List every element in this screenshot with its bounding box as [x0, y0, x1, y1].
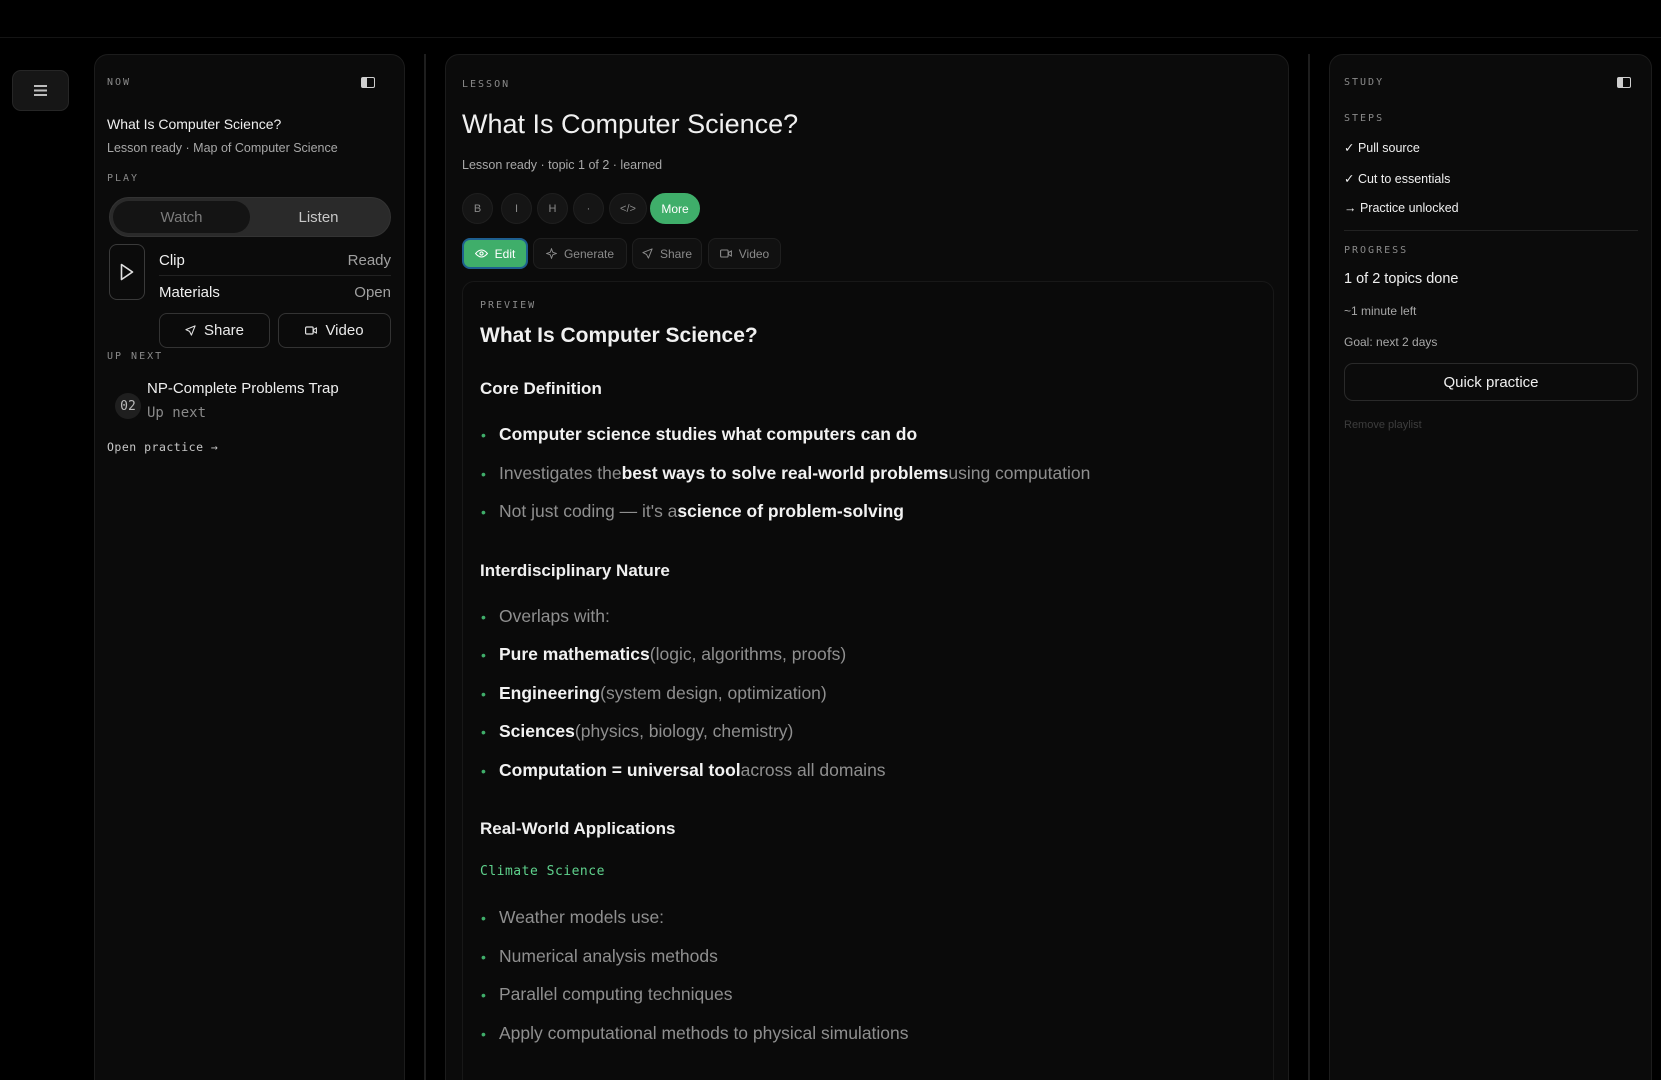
list-item: • Engineering (system design, optimizatio…: [481, 683, 827, 703]
play-icon: [120, 263, 134, 281]
progress-label: PROGRESS: [1344, 245, 1409, 256]
row-divider: [159, 275, 391, 276]
italic-button[interactable]: I: [501, 193, 532, 224]
section-interdisciplinary: Interdisciplinary Nature: [480, 561, 670, 580]
time-left: ~1 minute left: [1344, 304, 1417, 318]
video-label: Video: [325, 322, 364, 339]
now-title: What Is Computer Science?: [107, 116, 282, 132]
section-core-definition: Core Definition: [480, 379, 602, 398]
panel-toggle-icon[interactable]: [361, 77, 375, 88]
menu-icon: [34, 85, 47, 96]
send-icon: [642, 248, 653, 259]
code-label: Climate Science: [480, 864, 605, 879]
materials-label: Materials: [159, 283, 220, 301]
divider-left: [424, 54, 426, 1080]
listen-tab[interactable]: Listen: [250, 201, 387, 233]
preview-title: What Is Computer Science?: [480, 324, 758, 347]
section-applications: Real-World Applications: [480, 819, 676, 838]
divider-right: [1308, 54, 1310, 1080]
list-item: • Parallel computing techniques: [481, 984, 733, 1004]
step-cut-essentials: ✓ Cut to essentials: [1344, 172, 1451, 186]
upnext-status: Up next: [147, 405, 207, 421]
now-panel: NOW What Is Computer Science? Lesson rea…: [94, 54, 405, 1080]
top-bar: [0, 0, 1661, 38]
step-pull-source: ✓ Pull source: [1344, 141, 1420, 155]
share-button[interactable]: Share: [159, 313, 270, 348]
upnext-number: 02: [115, 393, 141, 419]
eye-icon: [474, 249, 488, 258]
open-practice-link[interactable]: Open practice →: [107, 440, 218, 454]
watch-tab[interactable]: Watch: [113, 201, 250, 233]
steps-label: STEPS: [1344, 113, 1385, 124]
video-camera-icon: [305, 326, 318, 335]
quick-practice-button[interactable]: Quick practice: [1344, 363, 1638, 401]
video-button[interactable]: Video: [278, 313, 391, 348]
bullet-button[interactable]: ·: [573, 193, 604, 224]
now-label: NOW: [107, 77, 132, 88]
video-action-button[interactable]: Video: [708, 238, 781, 269]
panel-toggle-icon[interactable]: [1617, 77, 1631, 88]
list-item: • Numerical analysis methods: [481, 946, 718, 966]
video-camera-icon: [719, 249, 732, 258]
list-item: • Sciences (physics, biology, chemistry): [481, 721, 794, 741]
now-subtitle: Lesson ready · Map of Computer Science: [107, 141, 338, 155]
menu-button[interactable]: [12, 70, 69, 111]
goal-text: Goal: next 2 days: [1344, 335, 1438, 349]
code-button[interactable]: </>: [609, 193, 647, 224]
clip-label: Clip: [159, 251, 185, 269]
generate-label: Generate: [563, 246, 615, 261]
lesson-panel: LESSON What Is Computer Science? Lesson …: [445, 54, 1289, 1080]
generate-button[interactable]: Generate: [533, 238, 627, 269]
bold-button[interactable]: B: [462, 193, 493, 224]
section-divider: [1344, 230, 1638, 231]
share-label: Share: [203, 322, 245, 339]
edit-label: Edit: [494, 246, 516, 261]
send-icon: [185, 325, 196, 336]
list-item: • Overlaps with:: [481, 606, 610, 626]
watch-listen-toggle: Watch Listen: [109, 197, 391, 237]
list-item: • Computation = universal tool across all…: [481, 760, 886, 780]
list-item: • Computer science studies what computers…: [481, 424, 918, 444]
materials-row[interactable]: Materials Open: [159, 277, 391, 307]
upnext-title[interactable]: NP-Complete Problems Trap: [147, 380, 339, 397]
lesson-label: LESSON: [462, 79, 511, 90]
step-practice-unlocked: → Practice unlocked: [1344, 201, 1459, 215]
play-label: PLAY: [107, 173, 140, 184]
list-item: • Not just coding — it's a science of pro…: [481, 501, 904, 521]
study-label: STUDY: [1344, 77, 1385, 88]
share-action-label: Share: [659, 246, 693, 261]
preview-label: PREVIEW: [480, 300, 537, 311]
more-button[interactable]: More: [650, 193, 700, 224]
preview-pane: PREVIEW What Is Computer Science? Core D…: [462, 281, 1274, 1080]
list-item: • Weather models use:: [481, 907, 665, 927]
list-item: • Investigates the best ways to solve rea…: [481, 463, 1091, 483]
progress-summary: 1 of 2 topics done: [1344, 271, 1459, 287]
list-item: • Pure mathematics (logic, algorithms, pr…: [481, 644, 847, 664]
heading-button[interactable]: H: [537, 193, 568, 224]
list-item: • Apply computational methods to physical…: [481, 1023, 909, 1043]
clip-row[interactable]: Clip Ready: [159, 245, 391, 275]
lesson-subtitle: Lesson ready · topic 1 of 2 · learned: [462, 158, 663, 172]
video-action-label: Video: [738, 246, 770, 261]
study-panel: STUDY STEPS ✓ Pull source ✓ Cut to essen…: [1329, 54, 1652, 1080]
materials-status: Open: [354, 283, 391, 301]
lesson-title: What Is Computer Science?: [462, 109, 799, 139]
remove-playlist-link[interactable]: Remove playlist: [1344, 419, 1422, 431]
clip-status: Ready: [347, 251, 391, 269]
share-action-button[interactable]: Share: [632, 238, 702, 269]
sparkle-icon: [545, 248, 557, 259]
edit-button[interactable]: Edit: [462, 238, 528, 269]
upnext-label: UP NEXT: [107, 351, 164, 362]
play-button[interactable]: [109, 244, 145, 300]
